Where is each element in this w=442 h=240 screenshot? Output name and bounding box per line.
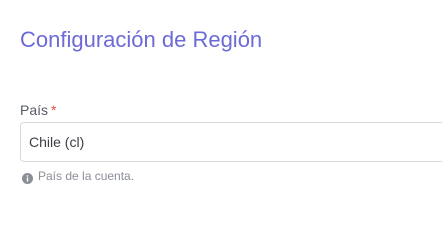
country-help: País de la cuenta. xyxy=(22,169,135,184)
country-select-value: Chile (cl) xyxy=(29,134,85,150)
country-label: País * xyxy=(20,101,56,119)
required-marker: * xyxy=(51,102,57,118)
country-select[interactable]: Chile (cl) xyxy=(20,122,442,162)
country-label-text: País xyxy=(20,102,49,118)
country-help-text: País de la cuenta. xyxy=(38,169,135,183)
info-circle-icon xyxy=(22,171,33,184)
region-settings-panel: Configuración de Región País * Chile (cl)… xyxy=(0,0,442,204)
section-title: Configuración de Región xyxy=(20,27,263,52)
